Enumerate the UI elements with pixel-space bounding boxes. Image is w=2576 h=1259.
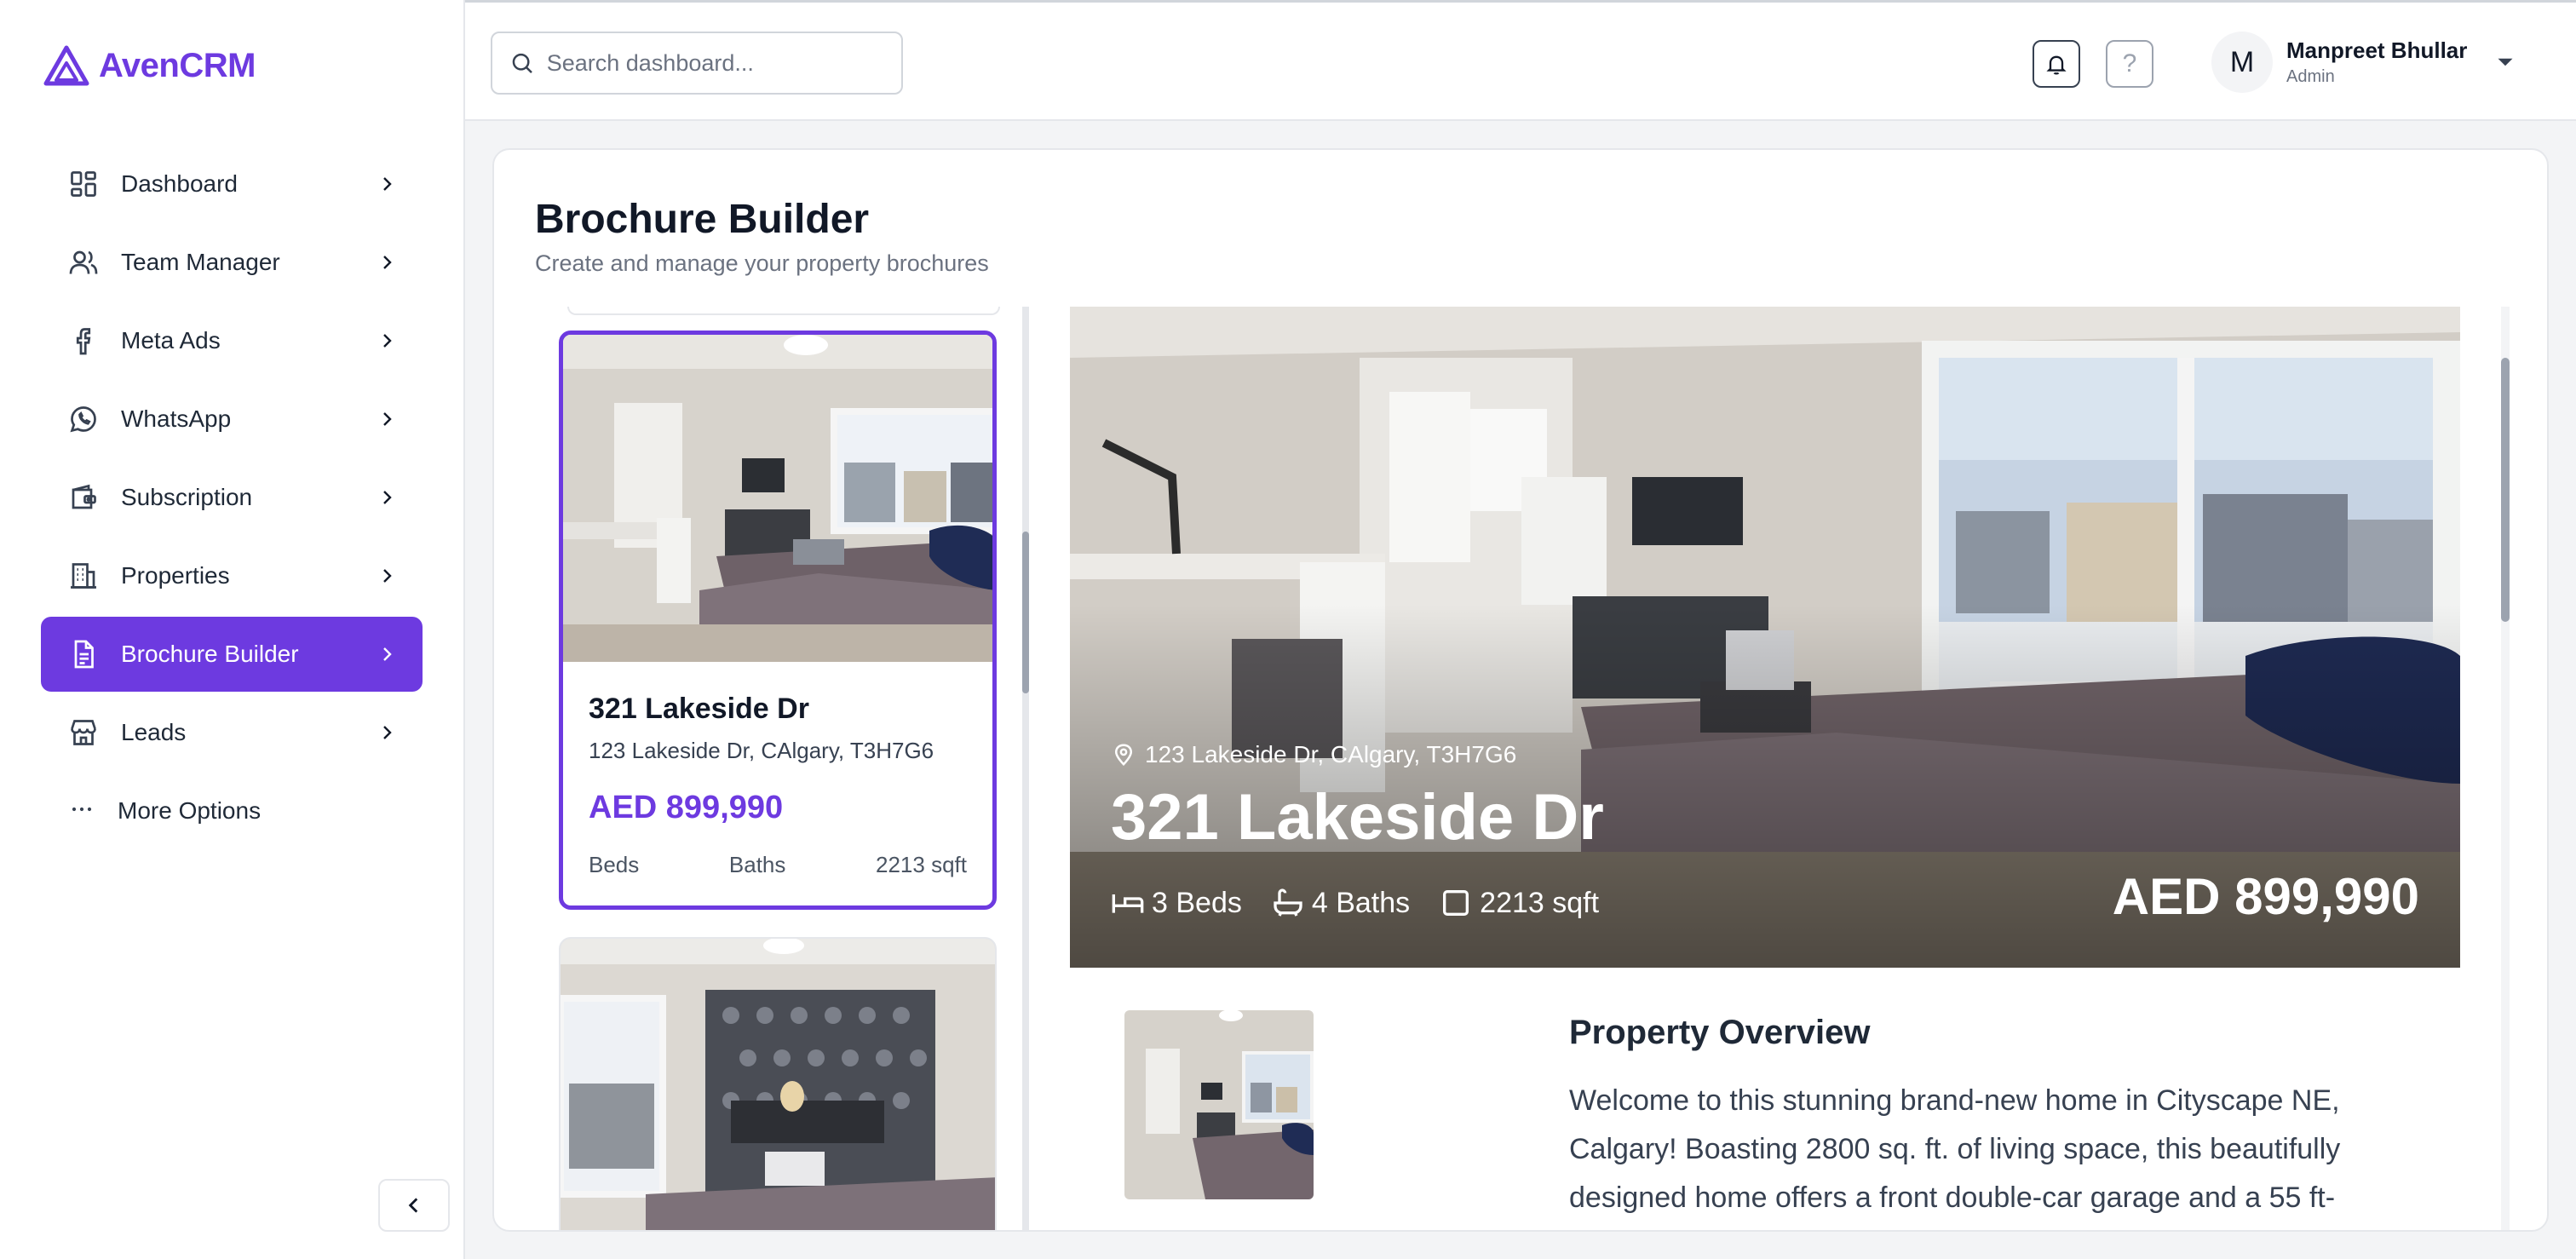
sidebar-item-label: Team Manager xyxy=(121,249,280,275)
property-title: 321 Lakeside Dr xyxy=(589,693,809,725)
search-icon xyxy=(512,53,532,74)
app-name: AvenCRM xyxy=(99,46,256,84)
sidebar-item-label: Meta Ads xyxy=(121,327,221,354)
property-price: AED 899,990 xyxy=(589,790,784,825)
sidebar-item-whatsapp[interactable]: WhatsApp xyxy=(41,382,423,457)
property-area: 2213 sqft xyxy=(876,852,967,877)
users-icon xyxy=(66,245,101,279)
property-card[interactable] xyxy=(559,937,997,1230)
bed-icon xyxy=(1112,894,1144,913)
sidebar-item-dashboard[interactable]: Dashboard xyxy=(41,147,423,221)
property-beds: Beds xyxy=(589,852,640,877)
property-list-scrollbar[interactable] xyxy=(1022,307,1029,1230)
property-photo xyxy=(563,335,992,662)
search-input[interactable] xyxy=(546,49,884,77)
chevron-right-icon xyxy=(383,412,392,426)
top-bar: ? M Manpreet Bhullar Admin xyxy=(465,0,2576,121)
hero-area: 2213 sqft xyxy=(1439,886,1599,920)
property-photo xyxy=(561,939,995,1230)
overview-title: Property Overview xyxy=(1569,1014,1871,1051)
brochure-builder-panel: Brochure Builder Create and manage your … xyxy=(492,148,2549,1232)
sidebar-item-team-manager[interactable]: Team Manager xyxy=(41,225,423,300)
chevron-right-icon xyxy=(383,334,392,348)
page-title: Brochure Builder xyxy=(535,197,870,242)
property-card-partial[interactable] xyxy=(567,307,1000,315)
notifications-button[interactable] xyxy=(2033,40,2080,88)
sidebar: AvenCRM Dashboard Team Manager Meta Ads xyxy=(0,0,465,1259)
chevron-right-icon xyxy=(383,256,392,269)
sidebar-item-subscription[interactable]: Subscription xyxy=(41,460,423,535)
help-button[interactable]: ? xyxy=(2106,40,2153,88)
chevron-left-icon xyxy=(408,1198,418,1213)
building-icon xyxy=(66,559,101,593)
sidebar-more-label: More Options xyxy=(118,797,262,824)
chevron-right-icon xyxy=(383,647,392,661)
hero-meta: 3 Beds 4 Baths 2213 sqft xyxy=(1111,886,1599,920)
wallet-icon xyxy=(66,480,101,515)
preview-scrollbar[interactable] xyxy=(2501,307,2510,1230)
overview-text: Welcome to this stunning brand-new home … xyxy=(1569,1084,2341,1214)
chevron-right-icon xyxy=(383,491,392,504)
hero-image: 123 Lakeside Dr, CAlgary, T3H7G6 321 Lak… xyxy=(1070,307,2460,968)
search-box[interactable] xyxy=(491,32,903,95)
user-role: Admin xyxy=(2286,67,2335,86)
bell-icon xyxy=(2046,55,2067,75)
sidebar-item-label: Brochure Builder xyxy=(121,641,299,667)
brochure-preview: 123 Lakeside Dr, CAlgary, T3H7G6 321 Lak… xyxy=(1070,307,2460,1230)
bath-icon xyxy=(1274,888,1302,917)
document-icon xyxy=(66,637,101,671)
hero-beds: 3 Beds xyxy=(1111,886,1242,920)
sidebar-item-label: Subscription xyxy=(121,484,253,510)
help-icon: ? xyxy=(2122,49,2137,78)
chevron-right-icon xyxy=(383,177,392,191)
chevron-right-icon xyxy=(383,726,392,739)
page-subtitle: Create and manage your property brochure… xyxy=(535,250,989,276)
sidebar-item-brochure-builder[interactable]: Brochure Builder xyxy=(41,617,423,692)
sidebar-more-options[interactable]: More Options xyxy=(41,773,423,848)
sidebar-item-label: WhatsApp xyxy=(121,405,232,432)
sidebar-item-label: Dashboard xyxy=(121,170,238,197)
sidebar-nav: Dashboard Team Manager Meta Ads WhatsApp xyxy=(41,147,423,848)
sidebar-item-properties[interactable]: Properties xyxy=(41,538,423,613)
logo-icon xyxy=(43,45,89,86)
user-menu[interactable]: M Manpreet Bhullar Admin xyxy=(2211,32,2520,93)
hero-price: AED 899,990 xyxy=(2112,868,2419,925)
grid-icon xyxy=(66,167,101,201)
property-list: 321 Lakeside Dr 123 Lakeside Dr, CAlgary… xyxy=(542,307,1036,1230)
whatsapp-icon xyxy=(66,402,101,436)
property-baths: Baths xyxy=(728,852,786,877)
hero-address: 123 Lakeside Dr, CAlgary, T3H7G6 xyxy=(1111,741,1516,768)
app-logo[interactable]: AvenCRM xyxy=(43,44,256,87)
user-name: Manpreet Bhullar xyxy=(2286,37,2468,63)
hero-baths: 4 Baths xyxy=(1271,886,1410,920)
hero-address-text: 123 Lakeside Dr, CAlgary, T3H7G6 xyxy=(1145,741,1517,767)
store-icon xyxy=(66,716,101,750)
avatar: M xyxy=(2211,32,2273,93)
caret-down-icon xyxy=(2498,58,2513,66)
sidebar-item-label: Leads xyxy=(121,719,187,745)
hero-title: 321 Lakeside Dr xyxy=(1111,781,1604,854)
overview-thumbnail[interactable] xyxy=(1124,1010,1314,1199)
sidebar-item-label: Properties xyxy=(121,562,230,589)
sidebar-item-meta-ads[interactable]: Meta Ads xyxy=(41,303,423,378)
collapse-sidebar-button[interactable] xyxy=(378,1179,450,1232)
facebook-icon xyxy=(66,324,101,358)
property-address: 123 Lakeside Dr, CAlgary, T3H7G6 xyxy=(589,738,934,763)
chevron-right-icon xyxy=(383,569,392,583)
sidebar-item-leads[interactable]: Leads xyxy=(41,695,423,770)
area-square-icon xyxy=(1443,890,1469,916)
more-dots-icon xyxy=(66,794,97,829)
map-pin-icon xyxy=(1114,744,1133,767)
property-card-selected[interactable]: 321 Lakeside Dr 123 Lakeside Dr, CAlgary… xyxy=(559,331,997,910)
property-overview: Property Overview Welcome to this stunni… xyxy=(1070,968,2460,1230)
